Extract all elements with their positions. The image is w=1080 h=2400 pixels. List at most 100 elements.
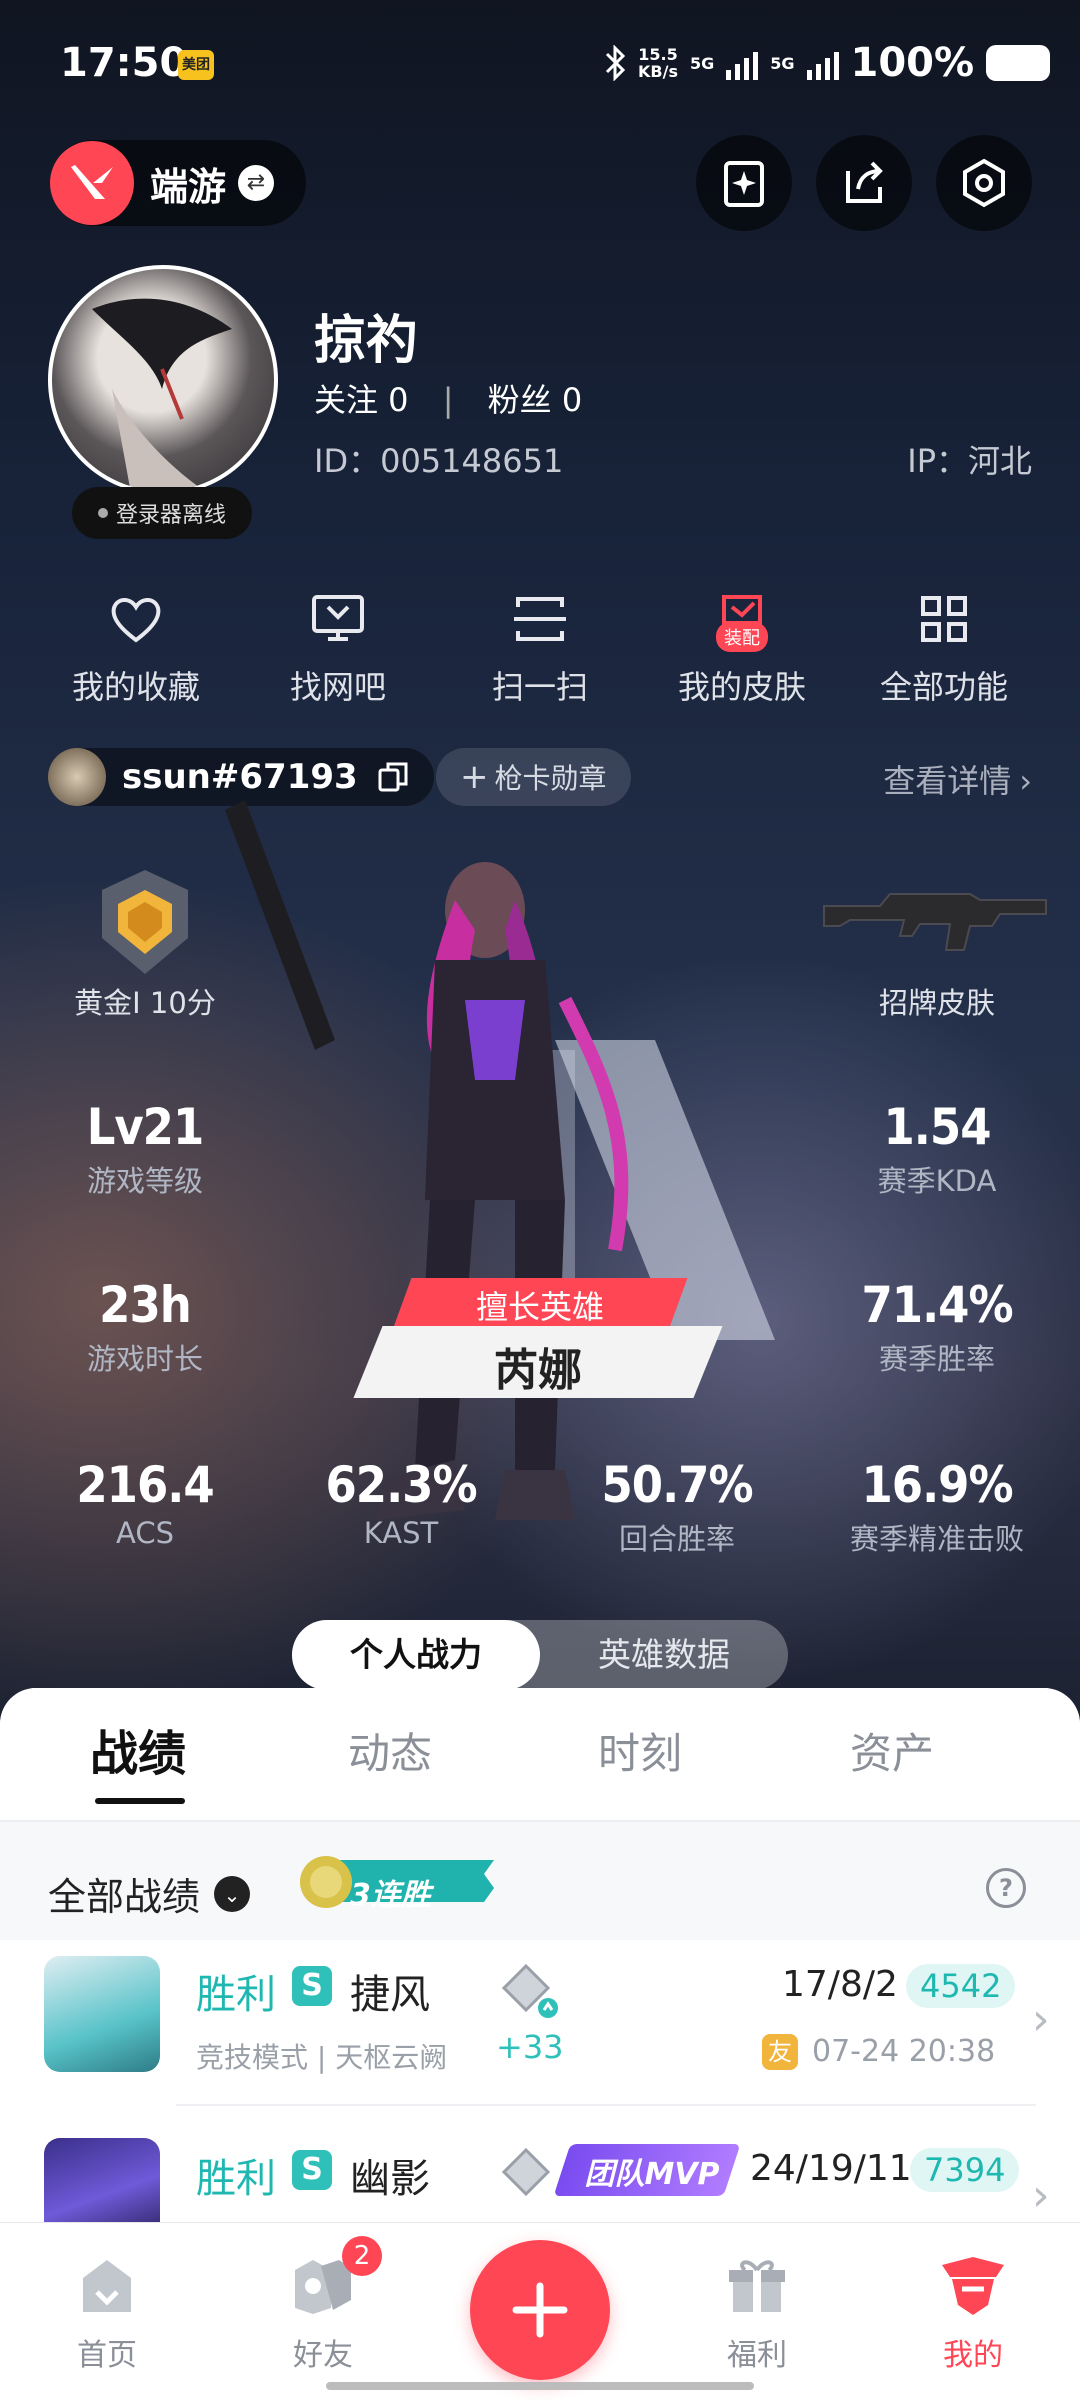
nav-label: 福利	[727, 2338, 787, 2373]
match-kda: 17/8/2	[782, 1964, 898, 2005]
rank-diamond-icon	[501, 2147, 551, 2197]
signal-icon	[726, 46, 759, 80]
status-time: 17:50	[60, 40, 188, 86]
stat-acs: 216.4 ACS	[76, 1456, 214, 1550]
scan-icon	[514, 597, 566, 641]
bluetooth-icon	[605, 45, 626, 81]
mode-badge: S	[292, 1966, 332, 2006]
follow-stats: 关注 0 | 粉丝 0	[314, 381, 583, 419]
battery-icon	[986, 45, 1051, 81]
status-icons: 15.5 KB/s 5G 5G 100%	[604, 40, 1051, 86]
settings-button[interactable]	[936, 135, 1032, 231]
best-hero-name[interactable]: 芮娜	[368, 1334, 708, 1398]
mode-badge: S	[292, 2150, 332, 2190]
nav-home[interactable]: 首页	[32, 2250, 182, 2374]
settings-hex-icon	[963, 158, 1005, 208]
best-hero-tag: 擅长英雄	[475, 1288, 604, 1326]
toggle-personal[interactable]: 个人战力	[292, 1620, 540, 1690]
home-indicator	[326, 2382, 754, 2390]
signal-icon	[806, 46, 839, 80]
home-icon	[83, 2260, 131, 2312]
tab-feed[interactable]: 动态	[290, 1720, 490, 1781]
qa-label: 扫一扫	[491, 668, 588, 706]
username: 掠礿	[314, 311, 419, 371]
create-post-button[interactable]	[470, 2240, 610, 2380]
nav-label: 首页	[77, 2338, 137, 2373]
plus-icon	[512, 2282, 568, 2338]
qa-label: 我的收藏	[71, 668, 200, 706]
stat-round-winrate: 50.7% 回合胜率	[601, 1456, 753, 1556]
stats-toggle: 个人战力 英雄数据	[292, 1620, 788, 1690]
qa-favorites[interactable]: 我的收藏	[56, 586, 216, 708]
monitor-icon	[312, 595, 364, 641]
weapon-skin-icon	[823, 893, 1047, 951]
share-button[interactable]	[816, 135, 912, 231]
tab-assets[interactable]: 资产	[792, 1720, 992, 1781]
rank-delta: +33	[496, 2028, 564, 2066]
tab-moments[interactable]: 时刻	[540, 1720, 740, 1781]
match-kda: 24/19/11	[750, 2148, 912, 2189]
agent-portrait	[44, 1956, 160, 2072]
chevron-right-icon: ›	[1032, 2170, 1050, 2221]
qa-all-features[interactable]: 全部功能	[864, 586, 1024, 708]
tab-records[interactable]: 战绩	[38, 1714, 238, 1784]
view-details-link[interactable]: 查看详情 ›	[883, 756, 1032, 802]
sim1-network: 5G	[689, 53, 715, 73]
help-icon[interactable]: ?	[986, 1868, 1026, 1908]
rank-diamond-icon	[501, 1963, 558, 2018]
battery-percent: 100%	[850, 40, 975, 86]
launcher-status-badge: 登录器离线	[72, 487, 252, 539]
chevron-right-icon: ›	[1032, 1994, 1050, 2045]
stat-playtime: 23h 游戏时长	[86, 1276, 203, 1376]
profile-icon	[942, 2257, 1004, 2315]
qa-internet-cafe[interactable]: 找网吧	[258, 586, 418, 708]
stat-kda: 1.54 赛季KDA	[877, 1098, 997, 1198]
fans-count[interactable]: 粉丝 0	[488, 381, 583, 419]
nav-label: 我的	[943, 2338, 1003, 2373]
qa-label: 我的皮肤	[677, 668, 806, 706]
stat-winrate: 71.4% 赛季胜率	[861, 1276, 1013, 1376]
grid-icon	[921, 596, 967, 642]
gift-icon	[729, 2260, 785, 2312]
match-mode: 竞技模式 | 天枢云阙	[196, 2041, 448, 2074]
brand-label: 端游	[150, 164, 227, 209]
agent-name: 幽影	[350, 2156, 430, 2202]
nav-me[interactable]: 我的	[898, 2250, 1048, 2374]
avatar[interactable]	[48, 265, 278, 495]
team-mvp-badge: 团队MVP	[584, 2157, 720, 2192]
rank-gold-icon	[102, 870, 188, 974]
game-avatar	[48, 748, 106, 806]
qa-label: 找网吧	[289, 668, 386, 706]
row-divider	[176, 2104, 1036, 2106]
match-score: 7394	[910, 2148, 1020, 2192]
match-result: 胜利	[196, 2156, 276, 2202]
records-filter[interactable]: 全部战绩 ⌄	[48, 1866, 251, 1921]
nav-rewards[interactable]: 福利	[682, 2250, 832, 2374]
valorant-logo-icon	[50, 141, 134, 225]
qa-label: 全部功能	[879, 668, 1008, 706]
stat-kast: 62.3% KAST	[325, 1456, 477, 1550]
filter-label: 全部战绩	[48, 1875, 201, 1919]
following-count[interactable]: 关注 0	[314, 381, 409, 419]
equip-badge: 装配	[716, 622, 768, 652]
toggle-hero-data[interactable]: 英雄数据	[540, 1620, 788, 1690]
qa-my-skins[interactable]: 装配 我的皮肤	[662, 586, 822, 708]
win-streak-label: 3连胜	[350, 1878, 431, 1913]
stat-headshot: 16.9% 赛季精准击败	[849, 1456, 1024, 1556]
signature-skin-label: 招牌皮肤	[878, 986, 995, 1020]
qa-scan[interactable]: 扫一扫	[460, 586, 620, 708]
match-score: 4542	[906, 1964, 1016, 2008]
rank-label: 黄金I 10分	[74, 986, 216, 1020]
chevron-right-icon: ›	[1019, 762, 1032, 800]
heart-icon	[111, 598, 161, 643]
match-time: 07-24 20:38	[812, 2034, 996, 2069]
swap-icon: ⇄	[238, 165, 275, 201]
game-switcher[interactable]: 端游 ⇄	[50, 140, 306, 226]
nav-label: 好友	[293, 2338, 353, 2373]
ip-location: IP：河北	[907, 442, 1032, 480]
user-id: ID：005148651	[314, 442, 564, 480]
app-notification-badge: 美团	[178, 50, 214, 80]
ai-card-button[interactable]	[696, 135, 792, 231]
sparkle-card-icon	[724, 161, 764, 207]
chevron-down-icon: ⌄	[214, 1875, 251, 1912]
